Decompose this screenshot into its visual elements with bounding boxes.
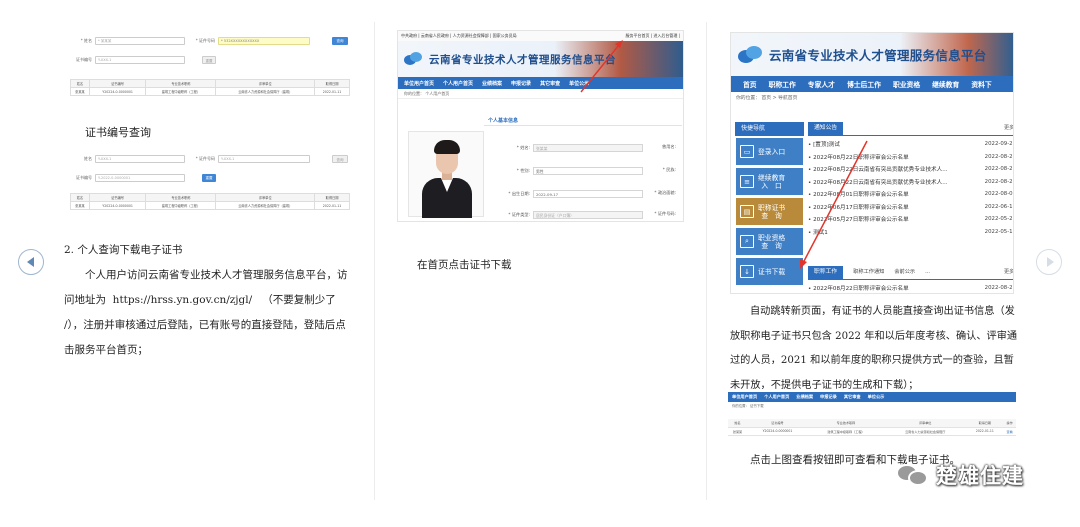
account-watermark: 楚雄住建 — [896, 460, 1024, 490]
wechat-icon — [896, 462, 930, 488]
table-cell: 云南省人力资源和社会保障厅（建筑） — [215, 87, 316, 96]
nav-item[interactable]: 业绩档案 — [796, 394, 813, 400]
instructions-text: 自动跳转新页面，有证书的人员能直接查询出证书信息（发 放职称电子证书只包含 20… — [730, 300, 1020, 398]
carousel-next-button[interactable] — [1036, 249, 1062, 275]
table-header: 证书编号 — [88, 79, 147, 88]
id-number-input[interactable]: Y-XXX-1 — [218, 155, 310, 163]
table-header: 证书编号 — [88, 193, 147, 202]
table-header: 取得日期 — [314, 79, 350, 88]
screenshot-personal-home: 中共政府 | 云南省人民政府 | 人力资源社会保障部 | 国家公务员局 服务平台… — [397, 30, 684, 222]
red-arrow-annotation — [580, 40, 623, 93]
name-input[interactable]: * 某某某 — [95, 37, 185, 45]
paragraph-line: 过的人员，2021 和以前年度的职称只提供方式一的查验，且暂 — [730, 355, 1014, 366]
paragraph-line: /），注册并审核通过后登陆，已有账号的直接登陆，登陆后点 — [64, 319, 346, 331]
section-caption: 证书编号查询 — [85, 126, 151, 139]
step-caption: 在首页点击证书下载 — [417, 259, 512, 271]
table-cell: 张某某 — [70, 201, 90, 210]
table-cell: 2022-01-11 — [966, 427, 1004, 436]
screenshot-platform-home: 云南省专业技术人才管理服务信息平台 首页 职称工作 专家人才 博士后工作 职业资… — [730, 32, 1014, 294]
id-number-input[interactable]: * 532XXXXXXXXXXXX — [218, 37, 310, 45]
table-row: 张某某 Y20224-0-0000001 建筑工程中级职称（工程） 云南省人力资… — [728, 427, 1016, 436]
table-header: 姓名 — [728, 419, 748, 428]
table-header: 评审单位 — [884, 419, 967, 428]
nav-item[interactable]: 单位用户首页 — [732, 394, 757, 400]
red-arrow-annotation — [800, 140, 868, 269]
chevron-right-icon — [1046, 257, 1054, 267]
column-divider — [706, 22, 707, 500]
instructions-text: 2. 个人查询下载电子证书 个人用户访问云南省专业技术人才管理服务信息平台，访 … — [64, 238, 364, 363]
form-label: * 证件号码 — [195, 156, 215, 161]
table-cell: 2022-01-11 — [314, 87, 350, 96]
table-cell: 张某某 — [70, 87, 90, 96]
result-table-top: 姓名 证书编号 专业技术职称 评审单位 取得日期 张某某 Y20224-0-00… — [70, 79, 350, 96]
name-input[interactable]: Y-XXX-1 — [95, 155, 185, 163]
query-form-top: * 姓名 * 某某某 * 证件号码 * 532XXXXXXXXXXXX 查询 证… — [70, 34, 360, 67]
paragraph-line: 击服务平台首页； — [64, 344, 148, 356]
table-header: 证书编号 — [747, 419, 808, 428]
table-header: 取得日期 — [966, 419, 1004, 428]
table-cell: Y20224-0-0000001 — [88, 87, 147, 96]
column-divider — [374, 22, 375, 500]
nav-item[interactable]: 申报记录 — [820, 394, 837, 400]
result-table-bottom: 姓名 证书编号 专业技术职称 评审单位 取得日期 张某某 Y20224-0-00… — [70, 193, 350, 210]
reset-button[interactable]: 重置 — [202, 174, 216, 182]
certificate-number-input[interactable]: Y-2022-0-0000001 — [95, 174, 185, 182]
table-header: 专业技术职称 — [145, 79, 217, 88]
table-header: 操作 — [1003, 419, 1016, 428]
form-label: * 证件号码 — [195, 38, 215, 43]
form-label: 姓名 — [84, 156, 92, 161]
query-button[interactable]: 查询 — [332, 37, 348, 45]
certificate-number-input[interactable]: Y-XXX-1 — [95, 56, 185, 64]
table-cell: 张某某 — [728, 427, 748, 436]
table-cell: 建筑工程中级职称（工程） — [807, 427, 884, 436]
query-button[interactable]: 查询 — [332, 155, 348, 163]
main-nav: 单位用户首页 个人用户首页 业绩档案 申报记录 其它审查 单位公示 — [728, 392, 1016, 402]
view-link[interactable]: 查看 — [1003, 427, 1016, 436]
table-cell: 建筑工程中级职称（工程） — [145, 87, 217, 96]
reset-button[interactable]: 重置 — [202, 56, 216, 64]
query-form-bottom: 姓名 Y-XXX-1 * 证件号码 Y-XXX-1 查询 证书编号 Y-2022… — [70, 152, 360, 185]
certificate-table: 姓名 证书编号 专业技术职称 评审单位 取得日期 操作 张某某 Y20224-0… — [728, 419, 1016, 436]
table-cell: 2022-01-11 — [314, 201, 350, 210]
table-cell: 云南省人力资源和社会保障厅 — [884, 427, 967, 436]
screenshot-certificate-list: 单位用户首页 个人用户首页 业绩档案 申报记录 其它审查 单位公示 你的位置： … — [728, 392, 1016, 448]
carousel-prev-button[interactable] — [18, 249, 44, 275]
table-cell: 云南省人力资源和社会保障厅（建筑） — [215, 201, 316, 210]
paragraph-line: 问地址为 https://hrss.yn.gov.cn/zjgl/ （不要复制少… — [64, 294, 336, 306]
table-row: 张某某 Y20224-0-0000001 建筑工程中级职称（工程） 云南省人力资… — [70, 201, 350, 210]
nav-item[interactable]: 其它审查 — [844, 394, 861, 400]
form-label: * 姓名 — [80, 38, 92, 43]
table-cell: Y20224-0-0000001 — [747, 427, 808, 436]
step-heading: 2. 个人查询下载电子证书 — [64, 244, 183, 256]
paragraph-line: 放职称电子证书只包含 2022 年和以后年度考核、确认、评审通 — [730, 330, 1018, 342]
watermark-text: 楚雄住建 — [936, 464, 1024, 488]
table-row: 张某某 Y20224-0-0000001 建筑工程中级职称（工程） 云南省人力资… — [70, 87, 350, 96]
table-header: 姓名 — [70, 79, 90, 88]
breadcrumb: 你的位置： 证书下载 — [732, 404, 764, 408]
table-header: 评审单位 — [215, 79, 316, 88]
form-label: 证书编号 — [76, 57, 92, 62]
table-header: 评审单位 — [215, 193, 316, 202]
table-header: 专业技术职称 — [807, 419, 884, 428]
table-header: 专业技术职称 — [145, 193, 217, 202]
paragraph-line: 自动跳转新页面，有证书的人员能直接查询出证书信息（发 — [750, 306, 1015, 317]
chevron-left-icon — [26, 257, 34, 267]
panel-certificate-query: * 姓名 * 某某某 * 证件号码 * 532XXXXXXXXXXXX 查询 证… — [70, 28, 360, 210]
form-label: 证书编号 — [76, 175, 92, 180]
table-cell: 建筑工程中级职称（工程） — [145, 201, 217, 210]
table-header: 姓名 — [70, 193, 90, 202]
paragraph-line: 个人用户访问云南省专业技术人才管理服务信息平台，访 — [85, 269, 348, 281]
table-header: 取得日期 — [314, 193, 350, 202]
nav-item[interactable]: 单位公示 — [868, 394, 885, 400]
nav-item[interactable]: 个人用户首页 — [764, 394, 789, 400]
table-cell: Y20224-0-0000001 — [88, 201, 147, 210]
